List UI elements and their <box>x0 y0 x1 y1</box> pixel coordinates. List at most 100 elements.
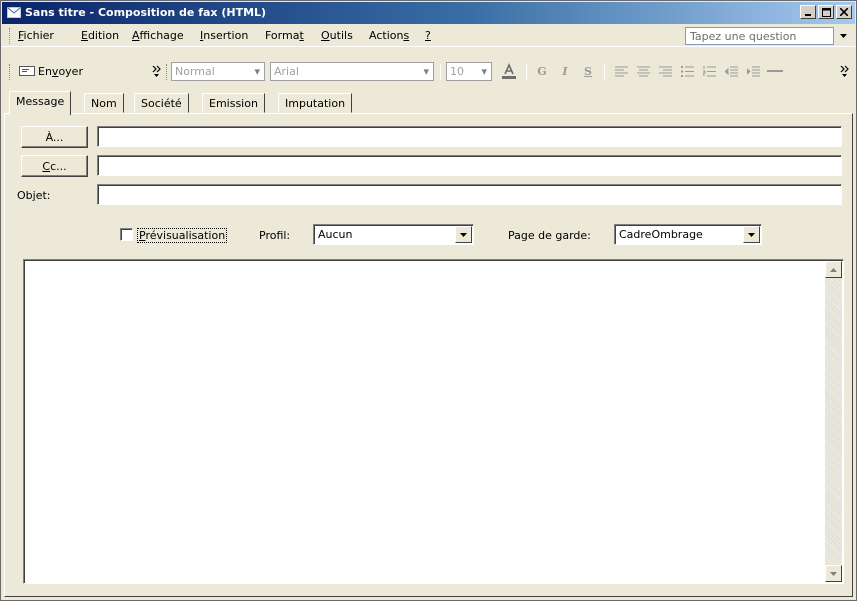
tab-message[interactable]: Message <box>9 91 72 115</box>
toolbar-grip[interactable] <box>9 64 12 80</box>
tab-imputation-label: Imputation <box>285 97 346 110</box>
menu-help[interactable]: ? <box>425 29 431 42</box>
toolbar-separator <box>526 64 527 80</box>
font-size-value: 10 <box>450 65 464 78</box>
chevron-down-icon <box>839 34 847 38</box>
cc-field[interactable] <box>97 155 842 176</box>
fax-compose-window: Sans titre - Composition de fax (HTML) F… <box>0 0 857 601</box>
menu-edition-key: E <box>81 29 88 42</box>
toolbar-separator <box>604 64 605 80</box>
tab-societe[interactable]: Société <box>134 93 189 113</box>
cover-page-dropdown-button[interactable] <box>743 226 760 243</box>
title-bar[interactable]: Sans titre - Composition de fax (HTML) <box>2 2 855 24</box>
menubar-grip[interactable] <box>9 28 12 44</box>
font-combo[interactable]: Arial ▾ <box>270 62 434 81</box>
menu-edition[interactable]: Edition <box>81 29 119 42</box>
italic-button[interactable]: I <box>557 63 573 79</box>
tab-societe-label: Société <box>141 97 182 110</box>
toolbar-overflow-button[interactable] <box>148 63 164 79</box>
align-right-button[interactable] <box>657 63 673 79</box>
close-icon <box>840 8 848 16</box>
cc-label-end: c... <box>50 159 67 173</box>
tab-nom-label: Nom <box>91 97 117 110</box>
cc-button[interactable]: Cc... <box>21 155 88 177</box>
italic-icon: I <box>562 64 568 78</box>
chevron-down-icon <box>748 232 755 237</box>
menu-insertion[interactable]: Insertion <box>200 29 248 42</box>
send-button[interactable]: Envoyer <box>16 60 86 82</box>
profile-select[interactable]: Aucun <box>313 224 474 245</box>
menu-format[interactable]: Format <box>265 29 304 42</box>
chevron-down-icon: ▾ <box>254 65 260 78</box>
menu-actions-label: Action <box>369 29 404 42</box>
bullet-list-icon <box>680 65 694 77</box>
chevron-down-icon: ▾ <box>481 65 487 78</box>
ask-question-dropdown-button[interactable] <box>837 30 849 42</box>
profile-label: Profil: <box>259 229 291 242</box>
tab-nom[interactable]: Nom <box>84 93 124 113</box>
menu-affichage-key: A <box>132 29 140 42</box>
font-value: Arial <box>274 65 299 78</box>
subject-field[interactable] <box>97 184 842 205</box>
maximize-button[interactable] <box>818 5 834 19</box>
minimize-icon <box>805 14 811 16</box>
preview-checkbox[interactable] <box>120 228 133 241</box>
send-button-label: Envoyer <box>38 65 83 78</box>
style-combo[interactable]: Normal ▾ <box>171 62 265 81</box>
tab-emission[interactable]: Emission <box>202 93 265 113</box>
menu-affichage[interactable]: Affichage <box>132 29 184 42</box>
scroll-down-button[interactable] <box>825 565 842 582</box>
menu-format-key: t <box>299 29 304 42</box>
decrease-indent-icon <box>724 66 738 76</box>
cover-page-label: Page de garde: <box>508 229 591 242</box>
decrease-indent-button[interactable] <box>723 63 739 79</box>
menu-actions[interactable]: Actions <box>369 29 409 42</box>
align-center-icon <box>636 66 650 76</box>
close-button[interactable] <box>836 5 852 19</box>
font-color-button[interactable] <box>501 63 517 79</box>
align-left-icon <box>614 66 628 76</box>
numbered-list-icon <box>702 65 716 76</box>
arrow-up-icon <box>830 267 837 272</box>
toolbar-overflow-button-2[interactable] <box>836 63 852 79</box>
bold-button[interactable]: G <box>534 63 550 79</box>
underline-button[interactable]: S <box>580 63 596 79</box>
cc-button-label: Cc... <box>42 160 66 173</box>
to-button[interactable]: À... <box>21 126 88 148</box>
arrow-down-icon <box>830 571 837 576</box>
horizontal-line-button[interactable] <box>767 63 783 79</box>
menu-outils[interactable]: Outils <box>321 29 353 42</box>
menu-fichier[interactable]: Fichier <box>18 29 54 42</box>
cc-label-key: C <box>42 159 51 173</box>
font-size-combo[interactable]: 10 ▾ <box>446 62 492 81</box>
menu-bar: Fichier Edition Affichage Insertion Form… <box>2 25 855 47</box>
align-center-button[interactable] <box>635 63 651 79</box>
subject-label: Objet: <box>17 189 51 202</box>
increase-indent-icon <box>746 66 760 76</box>
double-chevron-right-icon <box>152 65 161 77</box>
ask-question-input[interactable]: Tapez une question <box>685 27 834 45</box>
minimize-button[interactable] <box>800 5 816 19</box>
numbered-list-button[interactable] <box>701 63 717 79</box>
scroll-up-button[interactable] <box>825 261 842 278</box>
vertical-scrollbar[interactable] <box>825 261 842 582</box>
bullet-list-button[interactable] <box>679 63 695 79</box>
to-field[interactable] <box>97 126 842 147</box>
chevron-down-icon: ▾ <box>423 65 429 78</box>
preview-label-end: révisualisation <box>145 229 226 242</box>
tab-message-label: Message <box>16 95 65 108</box>
to-button-label: À... <box>45 130 64 144</box>
maximize-icon <box>821 7 831 17</box>
message-body-editor[interactable] <box>23 259 844 584</box>
increase-indent-button[interactable] <box>745 63 761 79</box>
profile-dropdown-button[interactable] <box>455 226 472 243</box>
toolbar-grip-2[interactable] <box>166 64 169 80</box>
tab-imputation[interactable]: Imputation <box>278 93 353 113</box>
cover-page-select[interactable]: CadreOmbrage <box>614 224 762 245</box>
send-label-start: En <box>38 64 52 78</box>
double-chevron-right-icon <box>840 65 849 77</box>
preview-label[interactable]: Prévisualisation <box>137 228 228 243</box>
window-title: Sans titre - Composition de fax (HTML) <box>25 6 267 19</box>
align-left-button[interactable] <box>613 63 629 79</box>
menu-format-label: Forma <box>265 29 300 42</box>
